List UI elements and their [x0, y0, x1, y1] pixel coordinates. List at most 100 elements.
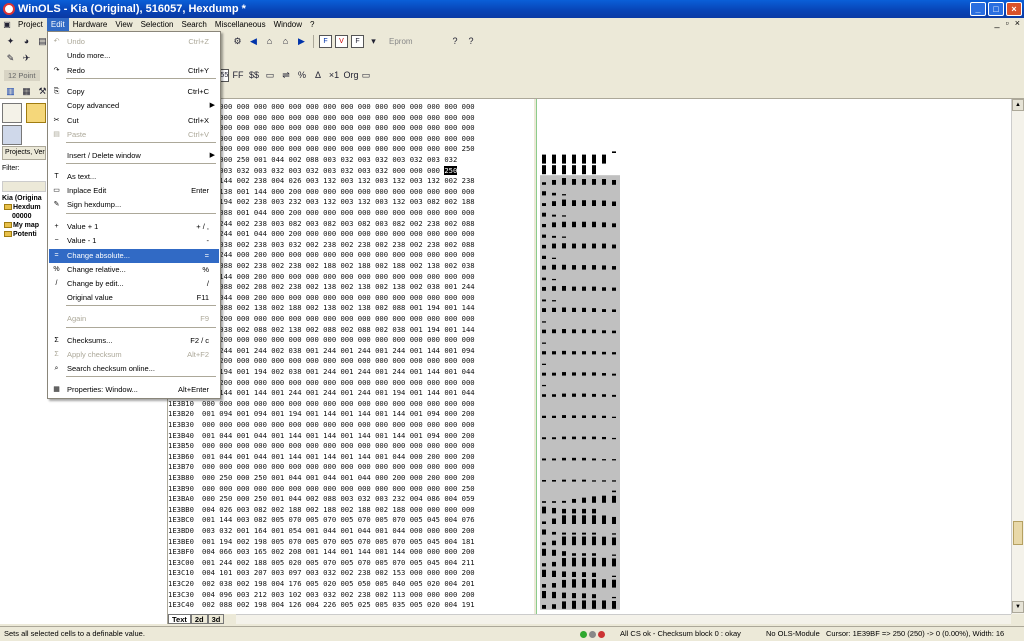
- horizontal-scrollbar[interactable]: [236, 614, 1011, 624]
- hex-cells[interactable]: 000 000 000 000 000 000 000 000 000 000 …: [202, 420, 475, 429]
- menu-selection[interactable]: Selection: [137, 18, 178, 31]
- f-box-icon[interactable]: F: [319, 35, 332, 48]
- edit-menu-item-redo[interactable]: ↷ Redo Ctrl+Y: [49, 64, 219, 78]
- mdi-minimize-icon[interactable]: _: [995, 18, 1000, 28]
- hex-cells[interactable]: 001 144 003 082 005 070 005 070 005 070 …: [202, 515, 475, 524]
- format-hex-icon[interactable]: $$: [248, 69, 261, 82]
- tree-item-project[interactable]: Kia (Origina: [2, 194, 48, 203]
- tree-item-address[interactable]: 00000: [2, 212, 48, 221]
- hex-row[interactable]: 1E3C30 004 096 003 212 003 102 003 032 00…: [168, 589, 475, 600]
- hex-cells[interactable]: 001 144 000 200 000 000 000 000 000 000 …: [202, 272, 475, 281]
- hex-cells[interactable]: 001 244 002 238 003 082 003 082 003 082 …: [202, 219, 475, 228]
- edit-menu-item-copy-advanced[interactable]: Copy advanced ▶: [49, 99, 219, 113]
- hex-cells[interactable]: 000 250 000 250 001 044 001 044 001 044 …: [202, 473, 475, 482]
- hex-cells[interactable]: 000 250 000 250 001 044 002 088 003 032 …: [202, 494, 475, 503]
- tree-item-hexdump[interactable]: Hexdum: [2, 203, 48, 212]
- hex-cells[interactable]: 000 000 000 000 000 000 000 000 000 000 …: [202, 123, 475, 132]
- org-icon[interactable]: Org: [344, 69, 359, 82]
- hex-row[interactable]: 1E3BA0 000 250 000 250 001 044 002 088 00…: [168, 493, 475, 504]
- swap-icon[interactable]: ⇌: [280, 69, 293, 82]
- menu-window[interactable]: Window: [270, 18, 306, 31]
- hex-cells[interactable]: 000 000 000 000 000 000 000 000 000 000 …: [202, 144, 475, 153]
- next-icon[interactable]: ▶: [295, 35, 308, 48]
- hex-row[interactable]: 1E3B10 000 000 000 000 000 000 000 000 00…: [168, 398, 475, 409]
- hex-cells[interactable]: 000 000 000 000 000 000 000 000 000 000 …: [202, 102, 475, 111]
- menu-project[interactable]: Project: [14, 18, 47, 31]
- hex-row[interactable]: 1E3C00 001 244 002 188 005 020 005 070 00…: [168, 557, 475, 568]
- font-size-label[interactable]: 12 Point: [4, 70, 40, 81]
- hex-cells[interactable]: 002 038 002 198 004 176 005 020 005 050 …: [202, 579, 475, 588]
- hex-cells[interactable]: 000 000 000 000 000 000 000 000 000 000 …: [202, 399, 475, 408]
- hex-cells[interactable]: 000 200 000 000 000 000 000 000 000 000 …: [202, 314, 475, 323]
- format-ff-icon[interactable]: FF: [232, 69, 245, 82]
- percent-icon[interactable]: %: [296, 69, 309, 82]
- context-help-icon[interactable]: ?: [465, 35, 478, 48]
- hex-cells[interactable]: 000 000 000 000 000 000 000 000 000 000 …: [202, 441, 475, 450]
- edit-menu-item-undo[interactable]: ↶ Undo Ctrl+Z: [49, 35, 219, 49]
- hex-cells[interactable]: 000 200 000 000 000 000 000 000 000 000 …: [202, 356, 475, 365]
- menu-search[interactable]: Search: [178, 18, 211, 31]
- edit-menu-item-again[interactable]: Again F9: [49, 312, 219, 326]
- tab-3d[interactable]: 3d: [207, 614, 225, 624]
- hex-cells[interactable]: 000 200 000 000 000 000 000 000 000 000 …: [202, 335, 475, 344]
- f-green-icon[interactable]: F: [351, 35, 364, 48]
- hex-cells[interactable]: 002 088 002 138 002 188 002 138 002 138 …: [202, 303, 475, 312]
- tab-2d[interactable]: 2d: [190, 614, 208, 624]
- hex-row[interactable]: 1E3BC0 001 144 003 082 005 070 005 070 00…: [168, 514, 475, 525]
- hex-cells[interactable]: 001 144 001 144 001 244 001 244 001 244 …: [202, 388, 475, 397]
- hex-cells[interactable]: 000 000 000 000 000 000 000 000 000 000 …: [202, 134, 475, 143]
- hex-cells[interactable]: 001 244 002 188 005 020 005 070 005 070 …: [202, 558, 475, 567]
- mdi-restore-icon[interactable]: ▫: [1006, 18, 1009, 28]
- hex-cells[interactable]: 001 194 001 194 002 038 001 244 001 244 …: [202, 367, 475, 376]
- hex-cells[interactable]: 001 244 000 200 000 000 000 000 000 000 …: [202, 250, 475, 259]
- hex-cells[interactable]: 001 194 002 238 003 232 003 132 003 132 …: [202, 197, 475, 206]
- hex-cells[interactable]: 002 038 002 238 003 032 002 238 002 238 …: [202, 240, 475, 249]
- compare-icon[interactable]: ⚙: [231, 35, 244, 48]
- close-button[interactable]: ×: [1006, 2, 1022, 16]
- hex-row[interactable]: 1E3B50 000 000 000 000 000 000 000 000 00…: [168, 440, 475, 451]
- wizard-icon[interactable]: ✦: [4, 35, 17, 48]
- edit-menu-item-inplace-edit[interactable]: ▭ Inplace Edit Enter: [49, 184, 219, 198]
- maximize-button[interactable]: □: [988, 2, 1004, 16]
- edit-menu-item-properties-window[interactable]: ▦ Properties: Window... Alt+Enter: [49, 383, 219, 397]
- hex-cells[interactable]: 004 096 003 212 003 102 003 032 002 238 …: [202, 590, 475, 599]
- open-folder-icon[interactable]: [26, 103, 46, 123]
- hex-cells[interactable]: 004 026 003 082 002 188 002 188 002 188 …: [202, 505, 475, 514]
- hex-cells[interactable]: 004 101 003 207 003 097 003 032 002 238 …: [202, 568, 475, 577]
- hex-cells[interactable]: 001 044 001 044 001 144 001 144 001 144 …: [202, 431, 475, 440]
- projects-tab[interactable]: Projects, Ver: [2, 146, 46, 160]
- graph-view[interactable]: [536, 99, 1011, 614]
- hex-row[interactable]: 1E3B60 001 044 001 044 001 144 001 144 00…: [168, 451, 475, 462]
- tool-b-icon[interactable]: ✈: [20, 52, 33, 65]
- hex-cells[interactable]: 000 000 000 000 000 000 000 000 000 000 …: [202, 484, 475, 493]
- edit-menu-item-change-relative[interactable]: % Change relative...%: [49, 263, 219, 277]
- hex-cells[interactable]: 003 032 001 164 001 054 001 044 001 044 …: [202, 526, 475, 535]
- hex-cells[interactable]: 002 088 001 044 000 200 000 000 000 000 …: [202, 208, 475, 217]
- hex-cells[interactable]: 002 138 001 144 000 200 000 000 000 000 …: [202, 187, 475, 196]
- edit-menu-item-copy[interactable]: ⎘ Copy Ctrl+C: [49, 85, 219, 99]
- hex-cells[interactable]: 001 244 001 044 000 200 000 000 000 000 …: [202, 229, 475, 238]
- org-drg-icon[interactable]: ▭: [360, 69, 373, 82]
- scroll-thumb[interactable]: [1013, 521, 1023, 545]
- hex-row[interactable]: 1E3B70 000 000 000 000 000 000 000 000 00…: [168, 461, 475, 472]
- hex-cells[interactable]: 000 000 000 000 000 000 000 000 000 000 …: [202, 462, 475, 471]
- save-icon[interactable]: [2, 125, 22, 145]
- hex-cells[interactable]: 001 044 001 044 001 144 001 144 001 144 …: [202, 452, 475, 461]
- hex-cells[interactable]: 001 144 002 238 004 026 003 132 003 132 …: [202, 176, 475, 185]
- help-icon[interactable]: ?: [449, 35, 462, 48]
- format-lohi-icon[interactable]: ▭: [264, 69, 277, 82]
- menu-hardware[interactable]: Hardware: [69, 18, 112, 31]
- tree-item-potential-maps[interactable]: Potenti: [2, 230, 48, 239]
- edit-menu-item-paste[interactable]: ▤ Paste Ctrl+V: [49, 128, 219, 142]
- edit-menu-item-as-text[interactable]: T As text...: [49, 170, 219, 184]
- minimize-button[interactable]: _: [970, 2, 986, 16]
- hex-cells[interactable]: 001 194 002 198 005 070 005 070 005 070 …: [202, 537, 475, 546]
- hex-cells[interactable]: 001 094 001 094 001 194 001 144 001 144 …: [202, 409, 475, 418]
- hex-row[interactable]: 1E3BF0 004 066 003 165 002 208 001 144 00…: [168, 546, 475, 557]
- vertical-scrollbar[interactable]: ▲ ▼: [1011, 99, 1024, 614]
- edit-menu-item-value-1[interactable]: + Value + 1 + / ,: [49, 220, 219, 234]
- hex-row[interactable]: 1E3B40 001 044 001 044 001 144 001 144 00…: [168, 430, 475, 441]
- edit-menu-item-insert-delete-window[interactable]: Insert / Delete window ▶: [49, 149, 219, 163]
- edit-menu-item-change-by-edit[interactable]: / Change by edit... /: [49, 277, 219, 291]
- hex-row[interactable]: 1E3BE0 001 194 002 198 005 070 005 070 00…: [168, 536, 475, 547]
